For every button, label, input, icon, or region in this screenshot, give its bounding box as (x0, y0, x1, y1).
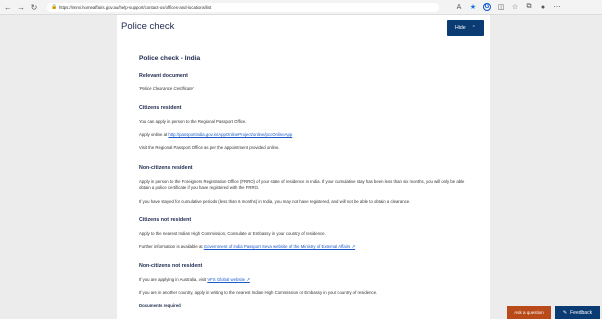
police-check-panel: Police check Hide ⌃ Police check - India… (117, 15, 490, 319)
feedback-icon: ✎ (562, 309, 568, 316)
split-screen-icon[interactable]: ◫ (497, 3, 505, 11)
non-citizens-resident-para2: If you have stayed for cumulative period… (139, 199, 411, 204)
ask-a-question-label: Ask a question (514, 310, 544, 315)
favorites-icon[interactable]: ☆ (511, 3, 519, 11)
hide-button-label: Hide (454, 25, 466, 31)
passport-seva-link[interactable]: Government of India Passport Seva websit… (204, 244, 355, 249)
favorite-star-icon[interactable]: ★ (469, 3, 477, 11)
feedback-button[interactable]: ✎ Feedback (555, 306, 600, 319)
non-citizens-not-resident-line2: If you are in another country, apply in … (139, 290, 378, 295)
citizens-resident-line3: Visit the Regional Passport Office as pe… (139, 145, 280, 150)
passport-india-link[interactable]: http://passportindia.gov.in/AppOnlinePro… (168, 132, 292, 137)
extension-icon[interactable]: G (483, 3, 491, 11)
relevant-document-heading: Relevant document (139, 73, 188, 79)
lock-icon: 🔒 (51, 4, 58, 10)
forward-icon[interactable]: → (16, 2, 26, 12)
url-text: https://immi.homeaffairs.gov.au/help-sup… (59, 4, 212, 10)
non-citizens-resident-heading: Non-citizens resident (139, 165, 193, 171)
section-heading: Police check - India (139, 55, 201, 62)
citizens-not-resident-heading: Citizens not resident (139, 217, 192, 223)
page-background: Police check Hide ⌃ Police check - India… (0, 15, 602, 319)
citizens-not-resident-line2: Further information is available at Gove… (139, 244, 356, 249)
more-menu-icon[interactable]: ⋯ (553, 3, 561, 11)
reload-icon[interactable]: ↻ (29, 2, 39, 12)
panel-header: Police check Hide ⌃ (117, 15, 490, 52)
hide-button[interactable]: Hide ⌃ (447, 20, 484, 36)
relevant-document-value: 'Police Clearance Certificate' (139, 86, 194, 91)
profile-icon[interactable]: ● (539, 3, 547, 11)
vfs-global-link[interactable]: VFS Global website ↗ (207, 277, 250, 282)
citizens-resident-heading: Citizens resident (139, 105, 182, 111)
feedback-label: Feedback (570, 309, 593, 316)
browser-toolbar: ← → ↻ 🔒 https://immi.homeaffairs.gov.au/… (0, 0, 602, 15)
read-aloud-icon[interactable]: A (455, 3, 463, 11)
ask-a-question-button[interactable]: Ask a question (507, 306, 551, 319)
non-citizens-not-resident-line1: If you are applying in Australia, visit … (139, 277, 250, 282)
page-title: Police check (121, 21, 175, 32)
address-bar[interactable]: 🔒 https://immi.homeaffairs.gov.au/help-s… (47, 2, 439, 12)
chevron-up-icon: ⌃ (471, 25, 477, 31)
back-icon[interactable]: ← (3, 2, 13, 12)
citizens-not-resident-line1: Apply to the nearest Indian High Commiss… (139, 231, 326, 236)
citizens-resident-line1: You can apply in person to the Regional … (139, 119, 247, 124)
non-citizens-not-resident-heading: Non-citizens not resident (139, 263, 203, 269)
non-citizens-resident-para1: Apply in person to the Foreigners Regist… (139, 179, 465, 190)
collections-icon[interactable]: ⧉ (525, 3, 533, 11)
documents-required-heading: Documents required (139, 303, 181, 308)
citizens-resident-line2: Apply online at http://passportindia.gov… (139, 132, 293, 137)
